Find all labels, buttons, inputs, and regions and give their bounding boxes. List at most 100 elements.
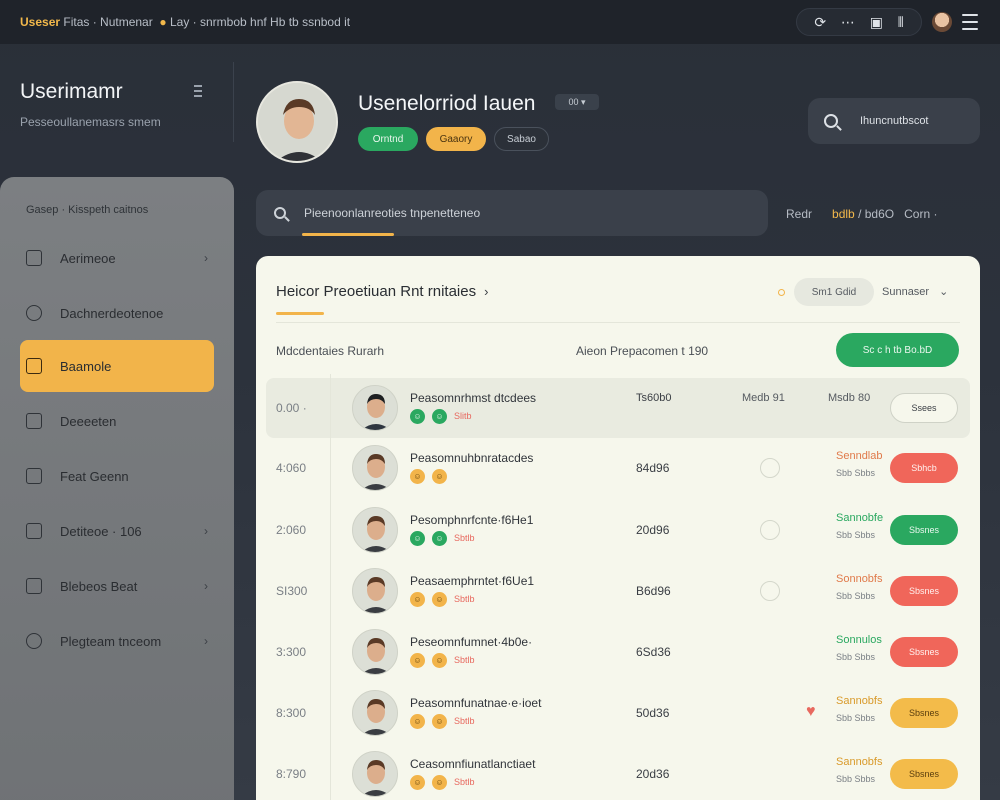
row-status: Sonnulos (836, 634, 882, 646)
sidebar-item-4[interactable]: Feat Geenn (20, 450, 214, 502)
tag-yellow[interactable]: Gaaory (426, 127, 486, 151)
refresh-icon[interactable]: ⟳ (814, 15, 826, 29)
user-avatar[interactable] (932, 12, 952, 32)
person-avatar-icon (353, 386, 397, 430)
toolbar-pill: ⟳ ⋯ ▣ ⫴ (796, 8, 922, 36)
header-search[interactable]: Ihuncnutbscot (808, 98, 980, 144)
row-action-button[interactable]: Sbsnes (890, 637, 958, 667)
row-tag: Sbtlb (454, 777, 475, 787)
sort-dropdown[interactable]: Sunnaser ⌄ (882, 285, 948, 298)
row-name[interactable]: Peasomnrhmst dtcdees (410, 391, 536, 405)
heart-icon[interactable]: ♥ (806, 703, 816, 721)
sidebar-item-7[interactable]: Plegteam tnceom › (20, 615, 214, 667)
table-row[interactable]: 0.00 · Peasomnrhmst dtcdees ☺ ☺ Slitb Ts… (266, 374, 970, 442)
row-status: Sannobfs (836, 756, 883, 768)
row-tag: Sbtlb (454, 594, 475, 604)
sidebar-item-2[interactable]: Baamole (20, 340, 214, 392)
primary-action-button[interactable]: Sc c h tb Bo.bD (836, 333, 959, 367)
sidebar-item-0[interactable]: Aerimeoe › (20, 232, 214, 284)
panel-icon[interactable]: ▣ (870, 15, 883, 29)
row-index: 4:060 (276, 461, 307, 475)
tag-dark[interactable]: Sabao (494, 127, 549, 151)
main-search-placeholder: Pieenoonlanreoties tnpenetteneo (304, 206, 481, 220)
row-action-button[interactable]: Sbsnes (890, 515, 958, 545)
row-index: 0.00 · (276, 401, 307, 415)
card-icon (26, 523, 42, 539)
status-circle-icon[interactable] (760, 458, 780, 478)
breadcrumb[interactable]: Lay · snrmbob hnf Hb tb ssnbod it (170, 15, 350, 29)
emoji-icon: ☺ (410, 531, 425, 546)
row-action-button[interactable]: Sbsnes (890, 698, 958, 728)
hamburger-menu-icon[interactable] (962, 12, 978, 32)
header-search-placeholder: Ihuncnutbscot (860, 115, 929, 127)
card-title-text: Heicor Preoetiuan Rnt rnitaies (276, 283, 477, 300)
sidebar-item-label: Dachnerdeotenoe (60, 305, 164, 321)
row-value: 6Sd36 (636, 645, 671, 659)
row-action-button[interactable]: Sbsnes (890, 576, 958, 606)
row-status: Senndlab (836, 450, 883, 462)
sidebar-item-6[interactable]: Blebeos Beat › (20, 560, 214, 612)
profile-dropdown[interactable]: 00 ▾ (555, 94, 599, 110)
row-avatar[interactable] (352, 507, 398, 553)
table-row[interactable]: 2:060 Pesomphnrfcnte·f6He1 ☺ ☺ Sbtlb 20d… (266, 496, 970, 564)
collapse-icon[interactable] (194, 85, 202, 97)
row-name[interactable]: Peasomnuhbnratacdes (410, 451, 533, 465)
more-icon[interactable]: ⋯ (841, 15, 855, 29)
split-icon[interactable]: ⫴ (898, 15, 904, 29)
sidebar-header: Gasep · Kisspeth caitnos (26, 204, 149, 216)
sidebar-item-3[interactable]: Deeeeten (20, 395, 214, 447)
row-avatar[interactable] (352, 385, 398, 431)
emoji-icon: ☺ (432, 469, 447, 484)
row-avatar[interactable] (352, 690, 398, 736)
row-name[interactable]: Peasaemphrntet·f6Ue1 (410, 574, 534, 588)
card-title[interactable]: Heicor Preoetiuan Rnt rnitaies › (276, 283, 488, 300)
chevron-right-icon: › (484, 284, 489, 299)
row-index: SI300 (276, 584, 308, 598)
row-action-button[interactable]: Sbhcb (890, 453, 958, 483)
row-tag: Sbtlb (454, 655, 475, 665)
table-row[interactable]: 8:300 Peasomnfunatnae·e·ioet ☺ ☺ Sbtlb 5… (266, 679, 970, 747)
row-name[interactable]: Peseomnfumnet·4b0e· (410, 635, 532, 649)
status-circle-icon[interactable] (760, 520, 780, 540)
emoji-icon: ☺ (432, 409, 447, 424)
profile-name: Usenelorriod Iauen (358, 92, 536, 115)
info-icon (26, 633, 42, 649)
filter-row[interactable]: Redr bdlb / bd6O Corn · (786, 207, 937, 221)
row-col-b: Medb 91 (742, 392, 785, 404)
row-value: 50d36 (636, 706, 670, 720)
sidebar-item-5[interactable]: Detiteoe · 106 › (20, 505, 214, 557)
row-name[interactable]: Ceasomnfiunatlanctiaet (410, 757, 535, 771)
row-name[interactable]: Peasomnfunatnae·e·ioet (410, 696, 541, 710)
row-name[interactable]: Pesomphnrfcnte·f6He1 (410, 513, 533, 527)
emoji-icon: ☺ (410, 714, 425, 729)
building-icon (26, 578, 42, 594)
row-action-button[interactable]: Sbsnes (890, 759, 958, 789)
status-circle-icon[interactable] (760, 581, 780, 601)
sidebar-item-1[interactable]: Dachnerdeotenoe (20, 287, 214, 339)
table-row[interactable]: SI300 Peasaemphrntet·f6Ue1 ☺ ☺ Sbtlb B6d… (266, 557, 970, 625)
sidebar-item-label: Feat Geenn (60, 468, 129, 484)
row-avatar[interactable] (352, 568, 398, 614)
briefcase-icon (26, 413, 42, 429)
row-index: 8:790 (276, 767, 307, 781)
search-underline (302, 233, 394, 236)
row-avatar[interactable] (352, 445, 398, 491)
app-name: Userimamr (20, 80, 123, 103)
profile-avatar[interactable] (256, 81, 338, 163)
table-row[interactable]: 8:790 Ceasomnfiunatlanctiaet ☺ ☺ Sbtlb 2… (266, 740, 970, 800)
tag-green[interactable]: Orntnd (358, 127, 418, 151)
row-tag: Sbtlb (454, 716, 475, 726)
main-search-input[interactable]: Pieenoonlanreoties tnpenetteneo (256, 190, 768, 236)
row-avatar[interactable] (352, 629, 398, 675)
row-action-button[interactable]: Ssees (890, 393, 958, 423)
row-avatar[interactable] (352, 751, 398, 797)
table-row[interactable]: 4:060 Peasomnuhbnratacdes ☺ ☺ 84d96 Senn… (266, 434, 970, 502)
row-value: B6d96 (636, 584, 671, 598)
table-row[interactable]: 3:300 Peseomnfumnet·4b0e· ☺ ☺ Sbtlb 6Sd3… (266, 618, 970, 686)
row-tag: Slitb (454, 411, 472, 421)
person-avatar-icon (353, 630, 397, 674)
filter-button[interactable]: Sm1 Gdid (794, 278, 874, 306)
emoji-icon: ☺ (432, 592, 447, 607)
sidebar: Gasep · Kisspeth caitnos Aerimeoe › Dach… (0, 177, 234, 800)
app-brand: Useser (20, 15, 61, 29)
